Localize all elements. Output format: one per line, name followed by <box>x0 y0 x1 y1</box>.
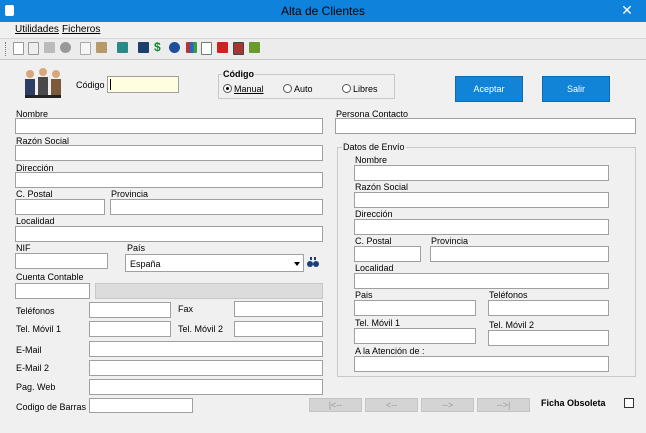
radio-auto[interactable] <box>283 84 292 93</box>
envio-razon-social-label: Razón Social <box>355 182 409 192</box>
codigo-barras-label: Codigo de Barras <box>16 402 87 412</box>
tel-movil-2-input[interactable] <box>234 321 323 337</box>
envio-razon-social-input[interactable] <box>354 192 609 208</box>
nombre-input[interactable] <box>15 118 323 134</box>
cuenta-contable-input[interactable] <box>15 283 90 299</box>
copy-icon[interactable] <box>80 42 91 55</box>
help-icon[interactable] <box>201 42 212 55</box>
envio-provincia-label: Provincia <box>431 236 469 246</box>
provincia-label: Provincia <box>111 189 149 199</box>
ficha-obsoleta-checkbox[interactable] <box>624 398 634 408</box>
c-postal-label: C. Postal <box>16 189 53 199</box>
telefonos-label: Teléfonos <box>16 306 55 316</box>
codigo-barras-input[interactable] <box>89 398 193 413</box>
email-label: E-Mail <box>16 345 42 355</box>
envio-atencion-input[interactable] <box>354 356 609 372</box>
datos-envio-title: Datos de Envío <box>342 142 406 152</box>
radio-libres[interactable] <box>342 84 351 93</box>
green-book-icon[interactable] <box>249 42 260 53</box>
pais-value: España <box>130 259 161 269</box>
nif-label: NIF <box>16 243 31 253</box>
tel-movil-1-input[interactable] <box>89 321 171 337</box>
razon-social-input[interactable] <box>15 145 323 161</box>
close-icon[interactable]: ✕ <box>620 2 634 18</box>
email-2-label: E-Mail 2 <box>16 363 50 373</box>
nav-prev-button[interactable]: <-- <box>365 398 418 412</box>
envio-provincia-input[interactable] <box>430 246 609 262</box>
telefonos-input[interactable] <box>89 302 171 318</box>
nav-next-button[interactable]: --> <box>421 398 474 412</box>
envio-c-postal-input[interactable] <box>354 246 421 262</box>
nif-input[interactable] <box>15 253 108 269</box>
localidad-input[interactable] <box>15 226 323 242</box>
print-icon[interactable] <box>44 42 55 53</box>
ficha-obsoleta-label: Ficha Obsoleta <box>541 398 606 408</box>
envio-direccion-input[interactable] <box>354 219 609 235</box>
new-doc-icon[interactable] <box>13 42 24 55</box>
nav-first-button[interactable]: |<-- <box>309 398 362 412</box>
envio-direccion-label: Dirección <box>355 209 393 219</box>
window-title: Alta de Clientes <box>280 4 366 18</box>
envio-nombre-label: Nombre <box>355 155 388 165</box>
books-icon[interactable] <box>138 42 149 53</box>
envio-tel-movil-1-input[interactable] <box>354 328 476 344</box>
provincia-input[interactable] <box>110 199 323 215</box>
radio-libres-label[interactable]: Libres <box>353 84 378 94</box>
envio-tel-movil-1-label: Tel. Móvil 1 <box>355 318 401 328</box>
tel-movil-1-label: Tel. Móvil 1 <box>16 324 62 334</box>
c-postal-input[interactable] <box>15 199 105 215</box>
envio-telefonos-input[interactable] <box>488 300 609 316</box>
envio-pais-input[interactable] <box>354 300 476 316</box>
codigo-group-title: Código <box>222 69 255 79</box>
exit-icon[interactable] <box>117 42 128 53</box>
localidad-label: Localidad <box>16 216 55 226</box>
envio-telefonos-label: Teléfonos <box>489 290 528 300</box>
cuenta-contable-label: Cuenta Contable <box>16 272 84 282</box>
pag-web-label: Pag. Web <box>16 382 56 392</box>
radio-manual[interactable] <box>223 84 232 93</box>
chart-icon[interactable] <box>186 42 197 53</box>
codigo-input[interactable] <box>107 76 179 93</box>
text-caret <box>110 79 111 90</box>
chevron-down-icon <box>294 262 300 266</box>
menu-utilidades[interactable]: Utilidades <box>15 24 59 35</box>
aceptar-button[interactable]: Aceptar <box>455 76 523 102</box>
fax-label: Fax <box>178 304 194 314</box>
envio-nombre-input[interactable] <box>354 165 609 181</box>
email-input[interactable] <box>89 341 323 357</box>
direccion-input[interactable] <box>15 172 323 188</box>
pais-label: País <box>127 243 146 253</box>
red-book-icon[interactable] <box>217 42 228 53</box>
codigo-label: Código <box>76 80 105 90</box>
cards-icon[interactable] <box>233 42 244 55</box>
tel-movil-2-label: Tel. Móvil 2 <box>178 324 224 334</box>
money-bag-icon[interactable] <box>169 42 180 53</box>
dollar-icon[interactable]: $ <box>154 40 161 54</box>
menu-ficheros[interactable]: Ficheros <box>62 24 100 35</box>
envio-tel-movil-2-input[interactable] <box>488 330 609 346</box>
paste-icon[interactable] <box>96 42 107 53</box>
envio-pais-label: Pais <box>355 290 373 300</box>
people-icon <box>25 68 61 98</box>
pag-web-input[interactable] <box>89 379 323 395</box>
envio-localidad-input[interactable] <box>354 273 609 289</box>
envio-tel-movil-2-label: Tel. Móvil 2 <box>489 320 535 330</box>
pais-select[interactable]: España <box>125 254 304 272</box>
email-2-input[interactable] <box>89 360 323 376</box>
edit-doc-icon[interactable] <box>28 42 39 55</box>
envio-atencion-label: A la Atención de : <box>355 346 425 356</box>
binoculars-icon[interactable] <box>60 42 71 53</box>
envio-localidad-label: Localidad <box>355 263 394 273</box>
persona-contacto-input[interactable] <box>335 118 636 134</box>
radio-auto-label[interactable]: Auto <box>294 84 313 94</box>
envio-c-postal-label: C. Postal <box>355 236 392 246</box>
salir-button[interactable]: Salir <box>542 76 610 102</box>
radio-manual-label[interactable]: Manual <box>234 84 264 94</box>
toolbar-grip <box>5 42 9 56</box>
fax-input[interactable] <box>234 301 323 317</box>
cuenta-contable-description <box>95 283 323 299</box>
binoculars-search-icon[interactable] <box>307 257 319 268</box>
nav-last-button[interactable]: -->| <box>477 398 530 412</box>
